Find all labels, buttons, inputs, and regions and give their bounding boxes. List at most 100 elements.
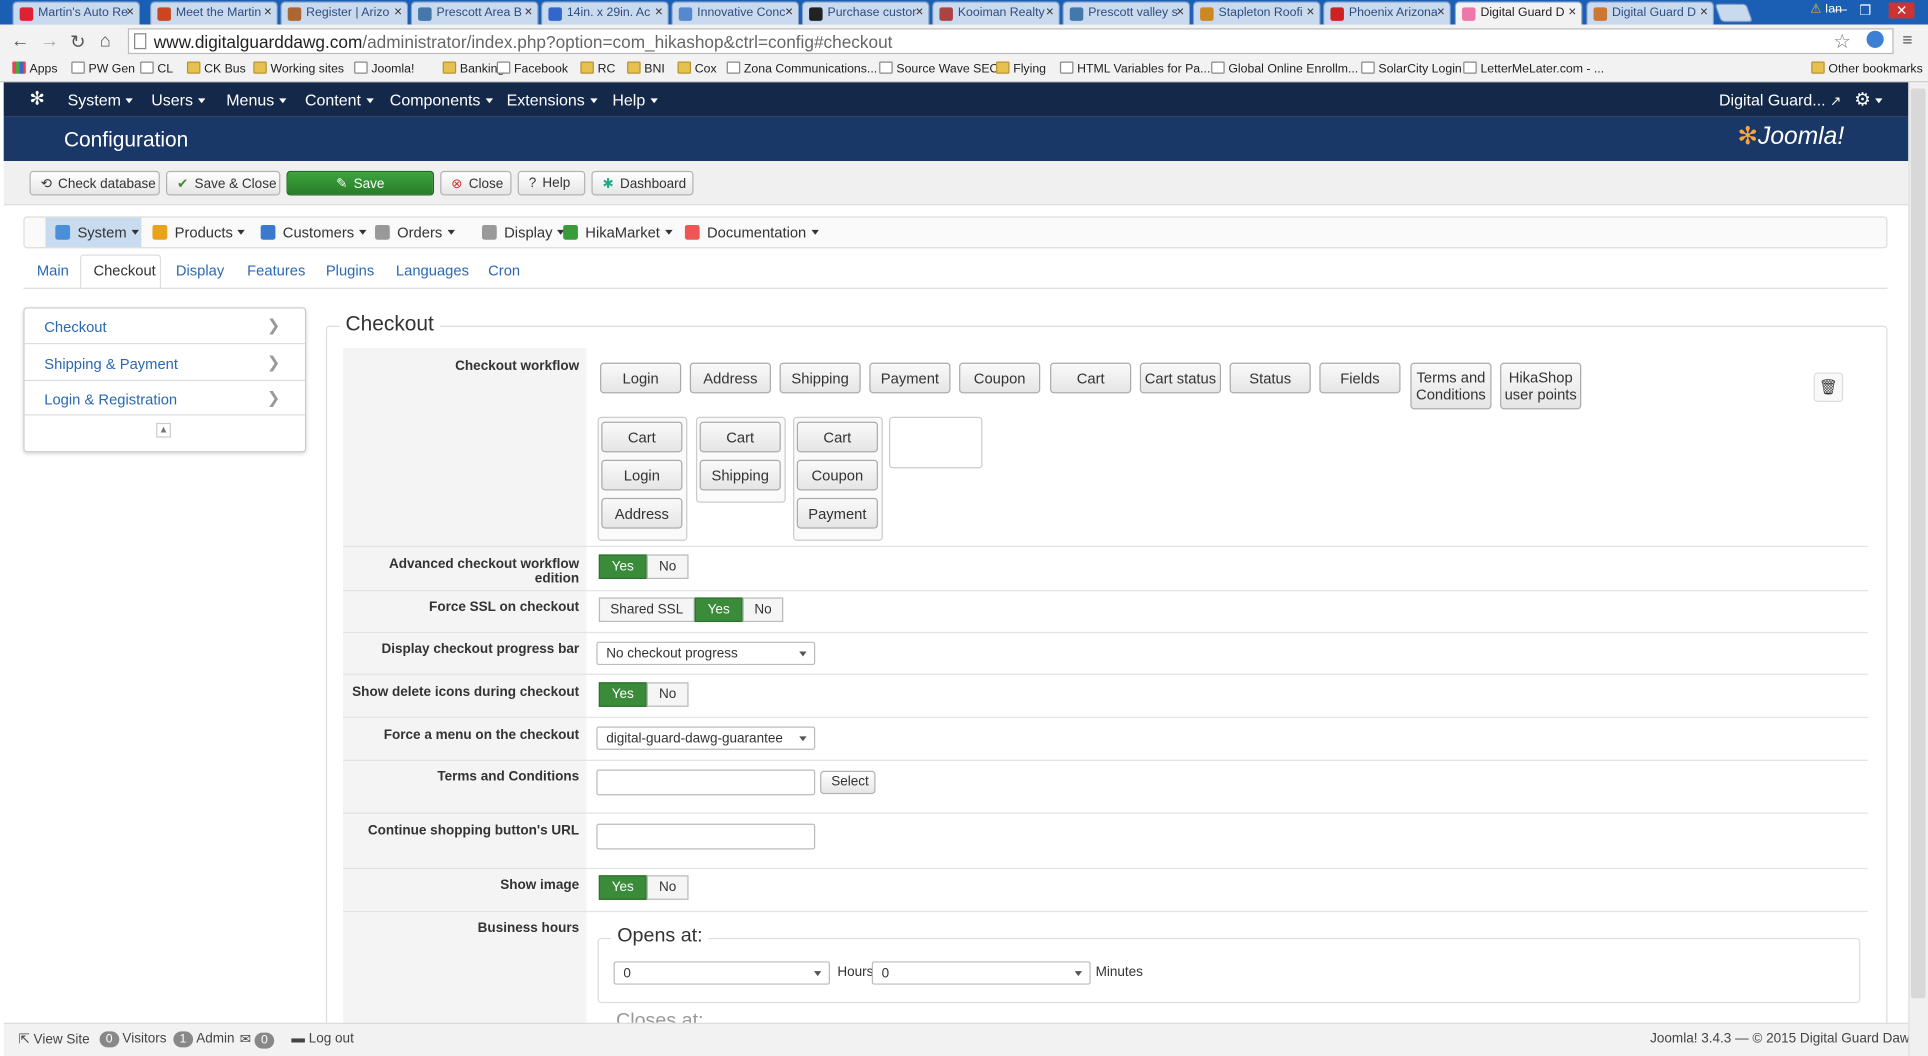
close-tab-icon[interactable]: × (1568, 5, 1576, 20)
bookmark-9[interactable]: BNI (627, 61, 665, 76)
hikashop-menu-hikamarket[interactable]: HikaMarket (563, 224, 673, 241)
home-icon[interactable]: ⌂ (100, 31, 111, 52)
bookmark-15[interactable]: Global Online Enrollm... (1211, 61, 1358, 76)
workflow-step-block[interactable]: Cart (796, 421, 878, 453)
hikashop-menu-customers[interactable]: Customers (260, 224, 367, 241)
save-button[interactable]: ✎ Save (286, 170, 435, 196)
bookmark-3[interactable]: CK Bus (186, 61, 246, 76)
joomla-menu-help[interactable]: Help (612, 91, 658, 109)
workflow-block-0[interactable]: Login (600, 362, 682, 394)
extension-icon[interactable] (1866, 30, 1884, 48)
bookmark-10[interactable]: Cox (677, 61, 717, 76)
close-tab-icon[interactable]: × (126, 5, 134, 20)
browser-tab[interactable]: Meet the Martin × (150, 1, 278, 25)
tab-features[interactable]: Features (247, 262, 305, 279)
browser-tab[interactable]: Phoenix Arizona × (1323, 1, 1451, 25)
admin-status[interactable]: 1 Admin (173, 1031, 235, 1048)
workflow-block-4[interactable]: Coupon (959, 362, 1041, 394)
close-tab-icon[interactable]: × (655, 5, 663, 20)
close-tab-icon[interactable]: × (264, 5, 272, 20)
joomla-menu-menus[interactable]: Menus (226, 91, 287, 109)
bookmark-17[interactable]: LetterMeLater.com - ... (1463, 61, 1604, 76)
tab-display[interactable]: Display (176, 262, 224, 279)
force-menu-select[interactable]: digital-guard-dawg-guarantee (596, 726, 816, 750)
joomla-menu-users[interactable]: Users (151, 91, 206, 109)
bookmark-1[interactable]: PW Gen (71, 61, 135, 76)
bookmark-13[interactable]: Flying (995, 61, 1046, 76)
maximize-icon[interactable]: ❐ (1859, 2, 1871, 19)
browser-tab[interactable]: Register | Arizo × (280, 1, 409, 25)
hikashop-menu-system[interactable]: System (55, 224, 139, 241)
tab-main[interactable]: Main (37, 262, 69, 279)
minimize-icon[interactable]: — (1833, 2, 1847, 17)
opens-hours-select[interactable]: 0 (613, 961, 830, 985)
close-tab-icon[interactable]: × (1046, 5, 1054, 20)
logout-link[interactable]: ▬ Log out (291, 1031, 353, 1046)
browser-tab[interactable]: Kooiman Realty × (932, 1, 1060, 25)
joomla-menu-components[interactable]: Components (390, 91, 493, 109)
workflow-step-3[interactable] (889, 416, 983, 469)
workflow-block-2[interactable]: Shipping (779, 362, 861, 394)
show-image-no[interactable]: No (646, 875, 689, 900)
help-button[interactable]: ? Help (517, 170, 586, 196)
close-tab-icon[interactable]: × (916, 5, 924, 20)
close-tab-icon[interactable]: × (525, 5, 533, 20)
workflow-step-block[interactable]: Shipping (699, 459, 781, 491)
browser-tab[interactable]: Digital Guard D × (1586, 1, 1715, 25)
hikashop-menu-orders[interactable]: Orders (375, 224, 455, 241)
delete-icons-yes[interactable]: Yes (598, 682, 647, 707)
continue-url-input[interactable] (596, 823, 816, 850)
bookmark-0[interactable]: Apps (12, 61, 58, 76)
close-tab-icon[interactable]: × (1307, 5, 1315, 20)
tab-cron[interactable]: Cron (488, 262, 520, 279)
close-window-icon[interactable]: ✕ (1888, 2, 1915, 19)
force-ssl-yes[interactable]: Yes (694, 597, 743, 623)
settings-menu[interactable]: ⚙ (1854, 89, 1884, 111)
joomla-menu-extensions[interactable]: Extensions (507, 91, 598, 109)
other-bookmarks[interactable]: Other bookmarks (1811, 61, 1923, 76)
side-menu-item-0[interactable]: Checkout (44, 318, 106, 335)
advanced-workflow-no[interactable]: No (646, 554, 689, 580)
url-input[interactable]: www.digitalguarddawg.com/administrator/i… (127, 28, 1894, 55)
workflow-block-8[interactable]: Fields (1319, 362, 1401, 394)
new-tab-button[interactable] (1714, 3, 1754, 23)
bookmark-11[interactable]: Zona Communications... (726, 61, 877, 76)
save-close-button[interactable]: ✔ Save & Close (165, 170, 281, 196)
scrollbar-thumb[interactable] (1910, 88, 1926, 999)
tab-checkout[interactable]: Checkout (93, 262, 155, 279)
workflow-step-block[interactable]: Cart (601, 421, 683, 453)
workflow-block-7[interactable]: Status (1229, 362, 1311, 394)
check-database-button[interactable]: ⟲ Check database (29, 170, 160, 196)
workflow-block-3[interactable]: Payment (869, 362, 951, 394)
hikashop-menu-display[interactable]: Display (482, 224, 565, 241)
close-tab-icon[interactable]: × (1700, 5, 1708, 20)
tab-languages[interactable]: Languages (396, 262, 469, 279)
view-site-link[interactable]: ⇱ View Site (18, 1031, 89, 1048)
bookmark-2[interactable]: CL (140, 61, 173, 76)
joomla-logo-icon[interactable]: ✻ (30, 87, 45, 110)
visitors-status[interactable]: 0 Visitors (99, 1031, 167, 1048)
bookmark-6[interactable]: Banking (442, 61, 504, 76)
bookmark-12[interactable]: Source Wave SEO (879, 61, 999, 76)
star-icon[interactable]: ☆ (1833, 30, 1851, 55)
workflow-block-5[interactable]: Cart (1050, 362, 1132, 394)
advanced-workflow-yes[interactable]: Yes (598, 554, 647, 580)
forward-icon[interactable]: → (41, 31, 59, 52)
browser-tab[interactable]: Stapleton Roofi × (1192, 1, 1321, 25)
opens-minutes-select[interactable]: 0 (871, 961, 1091, 985)
site-name-link[interactable]: Digital Guard... ↗ (1719, 91, 1841, 109)
joomla-menu-content[interactable]: Content (305, 91, 374, 109)
hikashop-menu-products[interactable]: Products (152, 224, 246, 241)
trash-icon[interactable]: 🗑 (1813, 372, 1844, 402)
bookmark-16[interactable]: SolarCity Login (1361, 61, 1462, 76)
close-button[interactable]: ⊗ Close (440, 170, 512, 196)
bookmark-7[interactable]: Facebook (496, 61, 568, 76)
joomla-menu-system[interactable]: System (68, 91, 134, 109)
dashboard-button[interactable]: ✱ Dashboard (591, 170, 694, 196)
messages-status[interactable]: ✉ 0 (240, 1031, 278, 1049)
browser-tab[interactable]: Purchase custor × (801, 1, 930, 25)
terms-input[interactable] (596, 769, 816, 796)
reload-icon[interactable]: ↻ (70, 31, 85, 53)
close-tab-icon[interactable]: × (785, 5, 793, 20)
workflow-step-block[interactable]: Login (601, 459, 683, 491)
